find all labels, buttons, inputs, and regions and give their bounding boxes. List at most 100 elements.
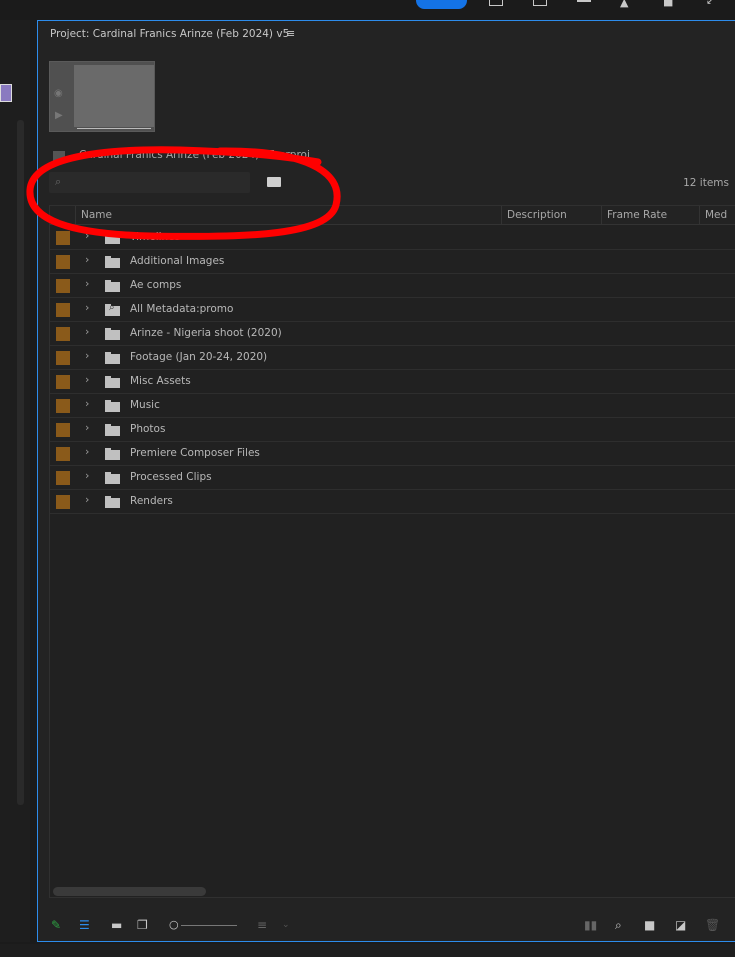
chevron-right-icon[interactable]: › — [85, 421, 89, 434]
chevron-right-icon[interactable]: › — [85, 397, 89, 410]
panel-menu-icon[interactable]: ≡ — [286, 27, 295, 40]
horizontal-scrollbar[interactable] — [53, 887, 206, 896]
list-view-icon[interactable]: ☰ — [79, 918, 90, 932]
trash-icon[interactable]: 🗑 — [705, 918, 720, 932]
zoom-slider-handle[interactable]: ○ — [169, 918, 179, 931]
folder-icon — [105, 280, 120, 292]
folder-icon — [105, 376, 120, 388]
table-row[interactable]: › All Metadata:promo — [50, 298, 735, 322]
table-row[interactable]: › Premiere Composer Files — [50, 442, 735, 466]
column-name[interactable]: Name — [81, 209, 112, 221]
table-row[interactable]: › Music — [50, 394, 735, 418]
label-color-swatch[interactable] — [56, 399, 70, 413]
bottom-strip — [0, 944, 735, 957]
label-color-swatch[interactable] — [56, 471, 70, 485]
table-row[interactable]: › Processed Clips — [50, 466, 735, 490]
search-input[interactable]: ⌕ — [49, 172, 250, 193]
search-bin-icon — [105, 302, 120, 316]
folder-icon — [105, 232, 120, 244]
comments-icon[interactable]: ■ — [663, 0, 673, 8]
item-count: 12 items — [683, 177, 729, 189]
chevron-right-icon[interactable]: › — [85, 373, 89, 386]
label-color-swatch[interactable] — [56, 423, 70, 437]
top-bar: Share ▲ ■ ↙ — [0, 0, 735, 14]
project-table: Name Description Frame Rate Med › Timelin… — [49, 205, 735, 898]
row-label: Misc Assets — [130, 375, 191, 387]
chevron-right-icon[interactable]: › — [85, 301, 89, 314]
table-header: Name Description Frame Rate Med — [50, 206, 735, 225]
find-icon[interactable]: ⌕ — [615, 918, 622, 933]
table-row[interactable]: › Timelines — [50, 226, 735, 250]
label-color-swatch[interactable] — [56, 303, 70, 317]
label-color-swatch[interactable] — [56, 447, 70, 461]
label-color-swatch[interactable] — [56, 327, 70, 341]
export-icon[interactable] — [533, 0, 547, 6]
row-label: Processed Clips — [130, 471, 212, 483]
folder-icon — [105, 400, 120, 412]
bottom-toolbar: ✎ ☰ ▬ ❐ ○ ≡ ⌄ ▮▮ ⌕ ■ ◪ 🗑 — [38, 918, 735, 938]
label-color-swatch[interactable] — [56, 279, 70, 293]
icon-view-icon[interactable]: ▬ — [111, 918, 122, 932]
new-search-bin-icon[interactable] — [267, 177, 281, 187]
pencil-icon[interactable]: ✎ — [51, 918, 61, 932]
sort-icon[interactable]: ≡ — [257, 918, 267, 932]
row-label: Renders — [130, 495, 173, 507]
label-color-swatch[interactable] — [56, 231, 70, 245]
table-row[interactable]: › Arinze - Nigeria shoot (2020) — [50, 322, 735, 346]
column-description[interactable]: Description — [507, 209, 567, 221]
chevron-right-icon[interactable]: › — [85, 229, 89, 242]
learn-icon[interactable]: ▲ — [620, 0, 628, 9]
folder-icon — [105, 472, 120, 484]
folder-icon — [105, 496, 120, 508]
project-panel: Project: Cardinal Franics Arinze (Feb 20… — [37, 20, 735, 942]
vertical-scrollbar[interactable] — [17, 120, 24, 805]
share-button[interactable]: Share — [416, 0, 467, 9]
chevron-right-icon[interactable]: › — [85, 493, 89, 506]
automate-sequence-icon[interactable]: ▮▮ — [584, 918, 597, 932]
chevron-down-icon[interactable]: ⌄ — [282, 920, 290, 930]
search-icon: ⌕ — [55, 175, 62, 188]
label-color-swatch[interactable] — [56, 495, 70, 509]
column-frame-rate[interactable]: Frame Rate — [607, 209, 667, 221]
panel-title: Project: Cardinal Franics Arinze (Feb 20… — [50, 28, 290, 40]
play-icon[interactable]: ▶ — [55, 110, 63, 121]
chevron-right-icon[interactable]: › — [85, 469, 89, 482]
row-label: Footage (Jan 20-24, 2020) — [130, 351, 268, 363]
new-item-icon[interactable]: ◪ — [675, 918, 686, 932]
chevron-right-icon[interactable]: › — [85, 445, 89, 458]
column-media[interactable]: Med — [705, 209, 727, 221]
camera-icon[interactable]: ◉ — [54, 88, 63, 99]
table-row[interactable]: › Renders — [50, 490, 735, 514]
row-label: Additional Images — [130, 255, 225, 267]
row-label: Music — [130, 399, 160, 411]
zoom-slider[interactable] — [181, 925, 237, 926]
clip-thumbnail — [0, 84, 12, 102]
table-row[interactable]: › Ae comps — [50, 274, 735, 298]
table-row[interactable]: › Photos — [50, 418, 735, 442]
left-panel — [0, 20, 30, 942]
fullscreen-icon[interactable]: ↙ — [706, 0, 714, 7]
folder-icon — [105, 424, 120, 436]
label-color-swatch[interactable] — [56, 375, 70, 389]
chevron-right-icon[interactable]: › — [85, 277, 89, 290]
freeform-view-icon[interactable]: ❐ — [137, 918, 148, 932]
chevron-right-icon[interactable]: › — [85, 349, 89, 362]
workspace-icon[interactable] — [489, 0, 503, 6]
row-label: Premiere Composer Files — [130, 447, 260, 459]
folder-icon — [105, 352, 120, 364]
new-bin-icon[interactable]: ■ — [644, 918, 655, 932]
row-label: Arinze - Nigeria shoot (2020) — [130, 327, 282, 339]
label-color-swatch[interactable] — [56, 255, 70, 269]
chevron-right-icon[interactable]: › — [85, 253, 89, 266]
table-row[interactable]: › Misc Assets — [50, 370, 735, 394]
row-label: Timelines — [130, 231, 181, 243]
progress-icon[interactable] — [577, 0, 591, 2]
row-label: All Metadata:promo — [130, 303, 234, 315]
preview-thumbnail: ◉ ▶ — [49, 61, 155, 132]
project-filename: Cardinal Franics Arinze (Feb 2024) v5.pr… — [79, 149, 310, 161]
label-color-swatch[interactable] — [56, 351, 70, 365]
chevron-right-icon[interactable]: › — [85, 325, 89, 338]
table-row[interactable]: › Footage (Jan 20-24, 2020) — [50, 346, 735, 370]
project-file-icon — [53, 151, 65, 161]
table-row[interactable]: › Additional Images — [50, 250, 735, 274]
